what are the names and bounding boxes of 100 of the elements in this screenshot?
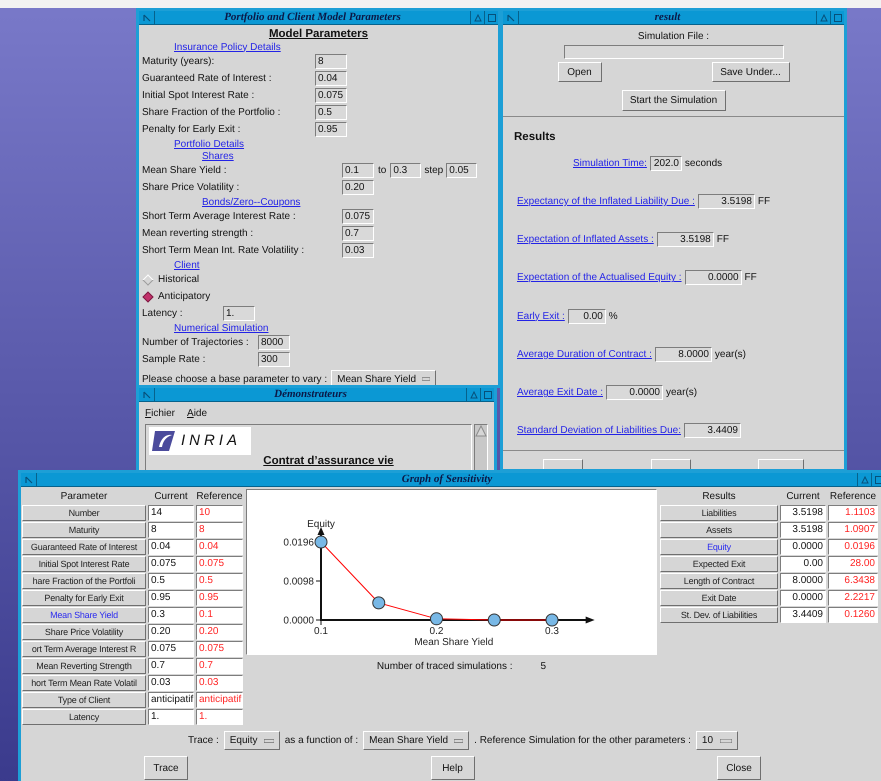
dropdown-button[interactable]: 10: [696, 731, 738, 750]
field-label: Share Fraction of the Portfolio :: [142, 106, 282, 120]
maximize-button[interactable]: [480, 388, 494, 401]
dropdown-button[interactable]: Mean Share Yield: [331, 370, 436, 385]
table-cell: 0.20: [196, 624, 243, 640]
column-header: Current: [785, 490, 821, 504]
table-cell: 28.00: [828, 556, 878, 572]
maximize-button[interactable]: [484, 11, 498, 24]
text-field[interactable]: 0.7: [342, 226, 374, 241]
parameter-button[interactable]: ort Term Average Interest R: [22, 640, 146, 656]
section-link[interactable]: Client: [174, 258, 200, 272]
scrollbar[interactable]: [474, 424, 488, 472]
parameter-button[interactable]: hort Term Mean Rate Volatil: [22, 674, 146, 690]
section-link[interactable]: Standard Deviation of Liabilities Due:: [517, 423, 681, 438]
minimize-button[interactable]: [470, 11, 484, 24]
section-link[interactable]: Shares: [202, 148, 234, 164]
table-cell: 0.03: [148, 674, 194, 690]
dropdown-button[interactable]: Equity: [224, 731, 280, 750]
corner-icon: [142, 390, 150, 398]
text-field[interactable]: 0.03: [342, 243, 374, 258]
parameter-button[interactable]: Number: [22, 504, 146, 520]
section-link[interactable]: Average Exit Date :: [517, 385, 603, 400]
dash-icon: [264, 738, 274, 742]
up-arrow-icon: [475, 425, 487, 437]
parameter-button[interactable]: Assets: [660, 522, 778, 538]
range-label: step: [423, 164, 444, 178]
section-link[interactable]: Expectation of the Actualised Equity :: [517, 270, 682, 286]
parameter-button[interactable]: Penalty for Early Exit: [22, 590, 146, 606]
section-link[interactable]: Expectation of Inflated Assets :: [517, 232, 654, 248]
table-cell: anticipatif: [196, 692, 243, 708]
parameter-button[interactable]: Initial Spot Interest Rate: [22, 556, 146, 572]
text-field[interactable]: 3.5198: [656, 232, 714, 248]
field-label: Short Term Average Interest Rate :: [142, 210, 297, 224]
section-link[interactable]: Portfolio Details: [174, 136, 244, 152]
section-link[interactable]: Numerical Simulation: [174, 320, 268, 336]
parameter-button[interactable]: Latency: [22, 708, 146, 724]
data-point: [488, 614, 501, 626]
text-field[interactable]: 300: [258, 352, 290, 367]
save-button[interactable]: Save Under...: [712, 62, 790, 82]
unit-label: year(s): [666, 386, 698, 400]
dropdown-button[interactable]: Mean Share Yield: [363, 731, 470, 750]
parameter-button[interactable]: Expected Exit: [660, 556, 778, 572]
text-field[interactable]: 0.1: [342, 163, 374, 178]
text-field[interactable]: 0.075: [315, 88, 347, 103]
dash-icon: [720, 738, 732, 742]
parameter-button[interactable]: Maturity: [22, 522, 146, 538]
menu-item[interactable]: Fichier: [145, 406, 176, 420]
parameter-button[interactable]: Share Price Volatility: [22, 624, 146, 640]
text-field[interactable]: 3.4409: [684, 423, 741, 438]
section-link[interactable]: Expectancy of the Inflated Liability Due :: [517, 194, 695, 209]
text-field[interactable]: 0.04: [315, 71, 347, 86]
parameter-button[interactable]: Liabilities: [660, 504, 778, 520]
menu-item[interactable]: Aide: [187, 406, 208, 420]
dialog-button[interactable]: Trace: [144, 756, 188, 780]
parameter-button[interactable]: hare Fraction of the Portfoli: [22, 572, 146, 588]
section-link[interactable]: Early Exit :: [517, 308, 565, 324]
table-cell: 1.: [196, 708, 243, 724]
minimize-button[interactable]: [857, 473, 871, 486]
section-link[interactable]: Simulation Time:: [573, 156, 647, 171]
table-cell: 0.00: [780, 556, 826, 572]
parameter-button[interactable]: Guaranteed Rate of Interest: [22, 538, 146, 554]
section-link[interactable]: Insurance Policy Details: [174, 40, 281, 54]
parameter-button[interactable]: Length of Contract: [660, 572, 778, 588]
maximize-button[interactable]: [830, 11, 844, 24]
text-field[interactable]: 0.075: [342, 209, 374, 224]
maximize-button[interactable]: [871, 473, 881, 486]
parameter-button[interactable]: St. Dev. of Liabilities: [660, 606, 778, 622]
text-field[interactable]: 202.0: [650, 156, 682, 171]
text-field[interactable]: 0.3: [390, 163, 422, 178]
text-field[interactable]: 0.20: [342, 180, 374, 195]
table-cell: 0.5: [148, 572, 194, 588]
text-field[interactable]: 0.95: [315, 122, 347, 137]
parameter-button[interactable]: Mean Share Yield: [22, 606, 146, 622]
table-cell: 0.95: [148, 590, 194, 606]
dialog-button[interactable]: Close: [717, 756, 761, 780]
section-link[interactable]: Bonds/Zero--Coupons: [202, 194, 300, 210]
field-label: Number of Trajectories :: [142, 336, 250, 350]
section-link[interactable]: Average Duration of Contract :: [517, 346, 652, 362]
table-cell: 0.7: [196, 658, 243, 674]
text-field[interactable]: 3.5198: [698, 194, 755, 209]
text-field[interactable]: 0.00: [568, 308, 606, 324]
text-field[interactable]: 0.0000: [684, 270, 742, 286]
parameter-button[interactable]: Type of Client: [22, 692, 146, 708]
minimize-button[interactable]: [816, 11, 830, 24]
radio-button[interactable]: [142, 290, 154, 302]
parameter-button[interactable]: Exit Date: [660, 590, 778, 606]
text-field[interactable]: 0.5: [315, 105, 347, 120]
file-field[interactable]: [564, 45, 784, 59]
minimize-button[interactable]: [466, 388, 480, 401]
dialog-button[interactable]: Help: [430, 756, 474, 780]
open-button[interactable]: Open: [558, 62, 602, 82]
parameter-button[interactable]: Mean Reverting Strength: [22, 658, 146, 674]
text-field[interactable]: 8000: [258, 335, 290, 350]
text-field[interactable]: 8: [315, 54, 347, 69]
text-field[interactable]: 8.0000: [654, 346, 712, 362]
text-field[interactable]: 0.0000: [606, 385, 663, 400]
text-field[interactable]: 1.: [223, 306, 255, 321]
start-button[interactable]: Start the Simulation: [622, 90, 726, 111]
text-field[interactable]: 0.05: [446, 163, 478, 178]
parameter-button[interactable]: Equity: [660, 538, 778, 554]
